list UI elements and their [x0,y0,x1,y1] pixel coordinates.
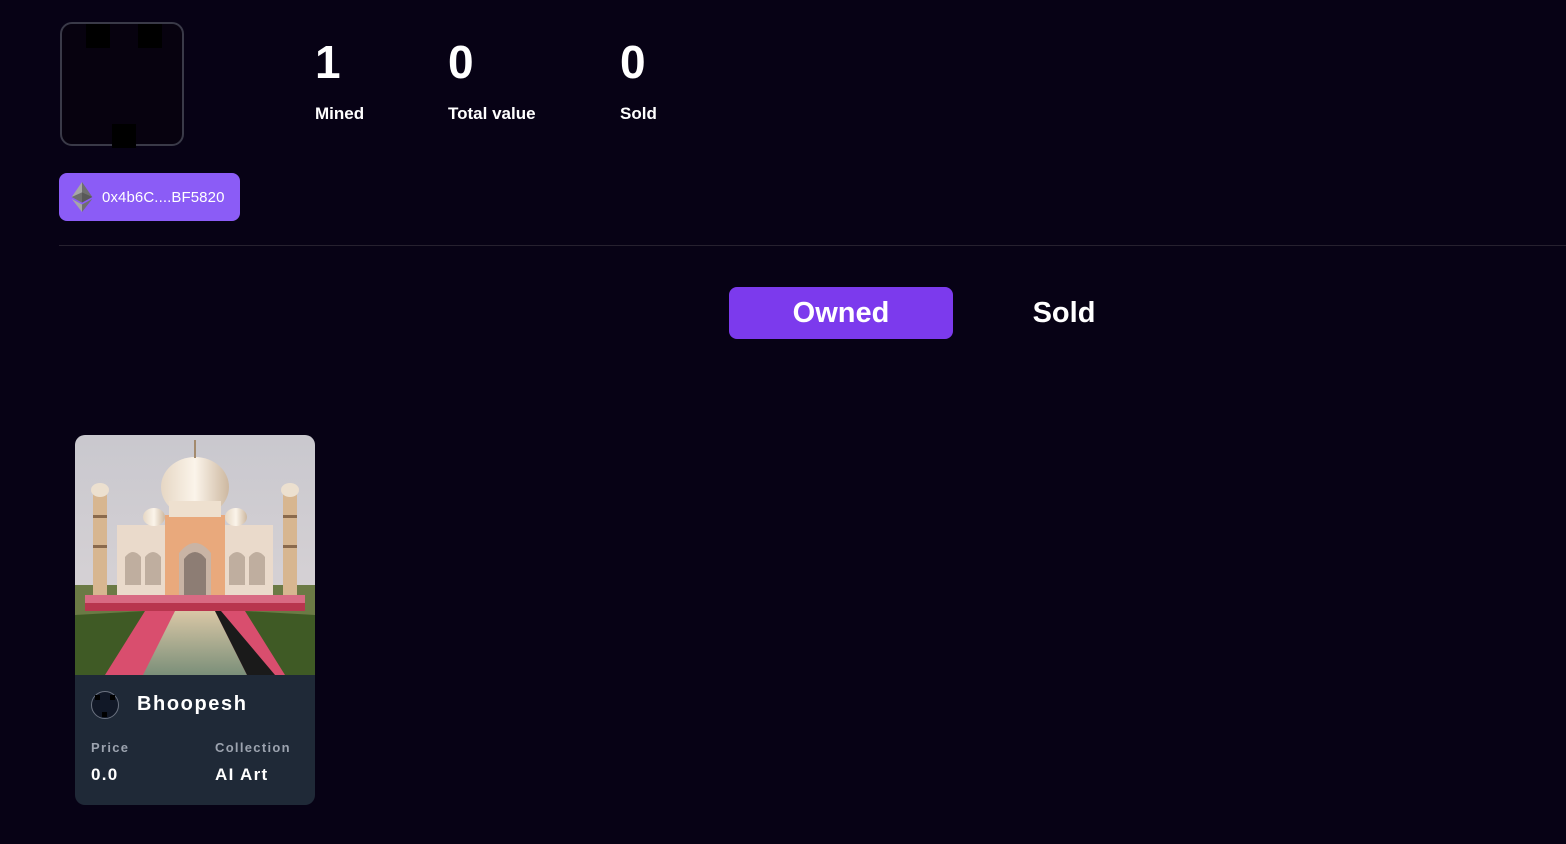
stat-total-value-value: 0 [448,36,474,88]
collection-label: Collection [215,740,291,755]
wallet-address-button[interactable]: 0x4b6C....BF5820 [59,173,240,221]
wallet-address-text: 0x4b6C....BF5820 [102,188,225,206]
taj-mahal-image [75,435,315,675]
stat-mined-label: Mined [315,104,365,123]
avatar-pixel [95,695,100,700]
ethereum-icon [71,182,93,212]
nft-card[interactable]: Bhoopesh Price 0.0 Collection AI Art [75,435,315,805]
avatar-pixel [86,24,110,48]
stat-total-value: 0 Total value [448,36,536,124]
price-value: 0.0 [91,765,119,784]
avatar-pixel [138,24,162,48]
stat-mined: 1 Mined [315,36,364,124]
tab-sold[interactable]: Sold [952,287,1176,339]
stat-total-value-label: Total value [448,104,536,123]
profile-avatar [60,22,184,148]
creator-avatar [91,691,119,719]
tab-owned[interactable]: Owned [729,287,953,339]
price-label: Price [91,740,130,755]
collection-value: AI Art [215,765,269,784]
avatar-pixel [110,695,115,700]
stat-mined-value: 1 [315,36,341,88]
section-divider [59,245,1566,246]
stat-sold-label: Sold [620,104,657,123]
avatar-pixel [102,712,107,717]
nft-card-body: Bhoopesh Price 0.0 Collection AI Art [75,675,315,805]
avatar-pixel [112,124,136,148]
profile-page: 0x4b6C....BF5820 1 Mined 0 Total value 0… [0,0,1566,844]
nft-title: Bhoopesh [137,693,248,715]
stat-sold: 0 Sold [620,36,657,124]
stat-sold-value: 0 [620,36,646,88]
